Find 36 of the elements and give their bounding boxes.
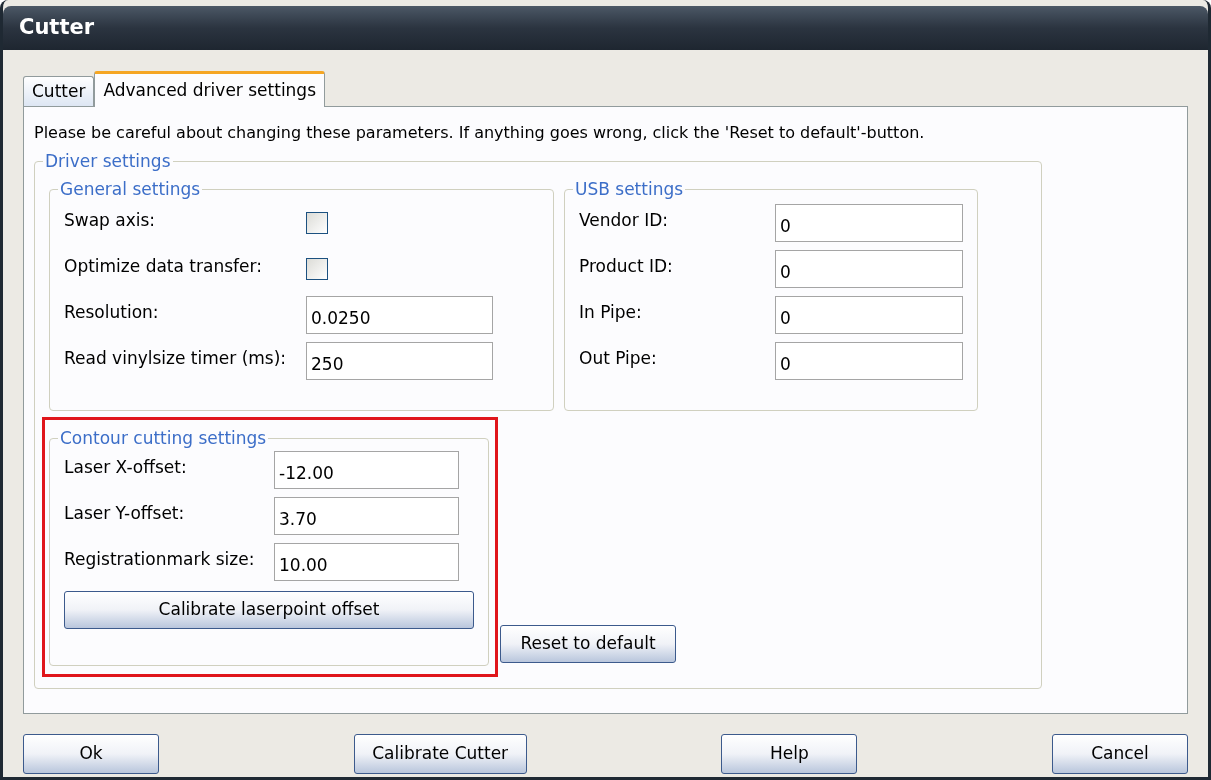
field-label: Out Pipe: <box>579 347 658 370</box>
field-label: In Pipe: <box>579 301 643 324</box>
field-label: Resolution: <box>64 301 160 324</box>
input-field[interactable]: 3.70 <box>274 497 459 535</box>
input-field[interactable]: 0 <box>775 296 963 334</box>
dialog-button[interactable]: Cancel <box>1051 734 1188 774</box>
field-label: Product ID: <box>579 255 674 278</box>
notice-text: Please be careful about changing these parameters. If anything goes wrong, click the 'Reset to default'-button. <box>34 122 926 144</box>
checkbox[interactable] <box>306 212 328 234</box>
input-field[interactable]: 250 <box>306 342 493 380</box>
field-label: Vendor ID: <box>579 209 669 232</box>
field-label: Read vinylsize timer (ms): <box>64 347 288 370</box>
field-label: Laser X-offset: <box>64 456 188 479</box>
dialog-button[interactable]: Help <box>721 734 858 774</box>
tab[interactable]: Cutter <box>23 76 95 106</box>
group-title: USB settings <box>574 177 685 201</box>
field-label: Swap axis: <box>64 209 157 232</box>
checkbox[interactable] <box>306 258 328 280</box>
input-field[interactable]: -12.00 <box>274 451 459 489</box>
input-field[interactable]: 0.0250 <box>306 296 493 334</box>
group-title: Contour cutting settings <box>59 426 268 450</box>
dialog-button[interactable]: Calibrate Cutter <box>353 734 527 774</box>
dialog-button[interactable]: Ok <box>23 734 159 774</box>
input-field[interactable]: 0 <box>775 250 963 288</box>
field-label: Optimize data transfer: <box>64 255 263 278</box>
tab[interactable]: Advanced driver settings <box>94 71 326 107</box>
input-field[interactable]: 0 <box>775 342 963 380</box>
window-title: Cutter <box>19 14 95 42</box>
field-label: Registrationmark size: <box>64 548 256 571</box>
group-title: Driver settings <box>44 150 172 173</box>
calibrate-laserpoint-button[interactable]: Calibrate laserpoint offset <box>64 591 474 629</box>
input-field[interactable]: 0 <box>775 204 963 242</box>
group-title: General settings <box>59 177 202 201</box>
input-field[interactable]: 10.00 <box>274 543 459 581</box>
field-label: Laser Y-offset: <box>64 502 186 525</box>
reset-button[interactable]: Reset to default <box>500 624 676 663</box>
